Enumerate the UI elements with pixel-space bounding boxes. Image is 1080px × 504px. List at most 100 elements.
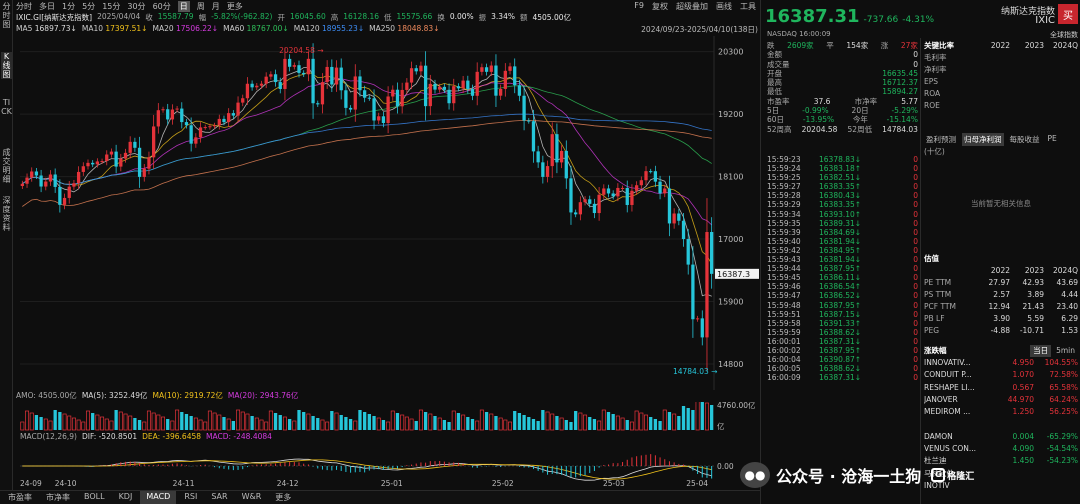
gainer-price	[994, 480, 1034, 492]
tick-row[interactable]: 15:59:27 16383.35↑ 0	[767, 182, 918, 191]
tick-row[interactable]: 16:00:01 16387.31↓ 0	[767, 337, 918, 346]
indicator-tab-4[interactable]: MACD	[140, 491, 177, 504]
gainer-row[interactable]: INOTIV	[924, 480, 1078, 492]
left-tab-2[interactable]: TICK	[1, 98, 12, 116]
indicator-tab-1[interactable]: 市净率	[40, 491, 76, 504]
tick-row[interactable]: 15:59:58 16391.33↑ 0	[767, 319, 918, 328]
indicator-tab-3[interactable]: KDJ	[113, 491, 139, 504]
tick-volume: 0	[913, 327, 918, 337]
tick-row[interactable]: 15:59:24 16383.18↑ 0	[767, 164, 918, 173]
ratio-row: 毛利率	[924, 52, 1078, 64]
period-tab-9[interactable]: 月	[212, 1, 220, 12]
gainer-row[interactable]	[924, 418, 1078, 430]
tick-row[interactable]: 15:59:25 16382.51↓ 0	[767, 173, 918, 182]
profit-tab-1[interactable]: 归母净利润	[962, 133, 1004, 146]
tick-row[interactable]: 15:59:43 16381.94↓ 0	[767, 255, 918, 264]
period-tab-1[interactable]: 多日	[39, 1, 55, 12]
period-tab-0[interactable]: 分时	[16, 1, 32, 12]
profit-tab-2[interactable]: 每股收益	[1008, 133, 1042, 146]
tick-row[interactable]: 15:59:40 16381.94↓ 0	[767, 237, 918, 246]
amo-volume-chart[interactable]: 4760.00亿亿	[14, 402, 760, 432]
volume-bar	[311, 416, 315, 430]
tick-time: 15:59:48	[767, 300, 801, 310]
gainer-row[interactable]: 马林软件	[924, 468, 1078, 480]
tick-volume: 0	[913, 255, 918, 265]
gainer-row[interactable]: INNOVATIV... 4.950 104.55%	[924, 357, 1078, 369]
tick-row[interactable]: 15:59:59 16388.62↓ 0	[767, 328, 918, 337]
candlestick-chart[interactable]: 20300 19200 18100 17000 15900 14800 20204.58 →…	[14, 36, 760, 390]
period-tab-10[interactable]: 更多	[227, 1, 243, 12]
gainer-row[interactable]: JANOVER 44.970 64.24%	[924, 394, 1078, 406]
period-tab-6[interactable]: 60分	[153, 1, 171, 12]
macd-chart[interactable]: 0.00 24-09 24-10 24-11 24-12 25-01 25-02 25-03 2…	[14, 444, 760, 488]
y-tick-label: 18100	[718, 173, 743, 182]
volume-bar	[264, 421, 269, 431]
left-tab-1[interactable]: K线图	[1, 52, 12, 79]
toolbar-tool-0[interactable]: F9	[634, 1, 644, 12]
candle-body	[634, 185, 639, 191]
tick-row[interactable]: 16:00:09 16387.31↓ 0	[767, 373, 918, 382]
period-tab-7[interactable]: 日	[177, 0, 190, 12]
left-tab-0[interactable]: 分时图	[1, 2, 12, 29]
toolbar-tool-3[interactable]: 画线	[716, 1, 732, 12]
indicator-tab-6[interactable]: SAR	[205, 491, 233, 504]
volume-bar	[677, 416, 681, 430]
volume-bar	[700, 402, 704, 430]
tick-row[interactable]: 15:59:48 16387.95↑ 0	[767, 301, 918, 310]
volume-bar	[123, 413, 128, 431]
gainer-row[interactable]: RESHAPE LI... 0.567 65.58%	[924, 382, 1078, 394]
period-tab-8[interactable]: 周	[197, 1, 205, 12]
candle-body	[466, 80, 470, 89]
indicator-tab-2[interactable]: BOLL	[78, 491, 111, 504]
tick-row[interactable]: 15:59:51 16387.15↓ 0	[767, 310, 918, 319]
buy-button[interactable]: 买	[1058, 4, 1078, 24]
indicator-tab-7[interactable]: W&R	[236, 491, 268, 504]
tick-list[interactable]: 15:59:23 16378.83↓ 0 15:59:24 16383.18↑ 0 15:5…	[767, 155, 918, 382]
gainers-tab-0[interactable]: 当日	[1030, 345, 1052, 357]
tick-time: 15:59:24	[767, 164, 801, 174]
tick-price: 16387.95↑	[819, 345, 862, 355]
tick-row[interactable]: 15:59:46 16386.54↑ 0	[767, 282, 918, 291]
period-tab-2[interactable]: 1分	[62, 1, 75, 12]
tick-row[interactable]: 15:59:35 16389.31↓ 0	[767, 219, 918, 228]
period-tab-4[interactable]: 15分	[102, 1, 120, 12]
tick-row[interactable]: 15:59:29 16383.35↑ 0	[767, 200, 918, 209]
amo-axis-unit: 亿	[717, 421, 725, 431]
left-tab-4[interactable]: 深度资料	[1, 196, 12, 232]
tick-row[interactable]: 15:59:39 16384.69↓ 0	[767, 228, 918, 237]
indicator-tab-5[interactable]: RSI	[178, 491, 203, 504]
gainer-row[interactable]: CONDUIT P... 1.070 72.58%	[924, 369, 1078, 381]
tick-price: 16390.87↑	[819, 355, 862, 365]
period-tab-3[interactable]: 5分	[82, 1, 95, 12]
indicator-tab-8[interactable]: 更多	[269, 491, 297, 504]
gainers-tab-1[interactable]: 5min	[1053, 345, 1078, 357]
tick-row[interactable]: 15:59:44 16387.95↑ 0	[767, 264, 918, 273]
profit-tab-3[interactable]: PE	[1046, 133, 1059, 146]
tick-row[interactable]: 16:00:05 16388.62↓ 0	[767, 364, 918, 373]
tick-time: 15:59:46	[767, 282, 801, 292]
volume-bar	[522, 415, 526, 430]
tick-row[interactable]: 15:59:42 16384.95↑ 0	[767, 246, 918, 255]
toolbar-tool-4[interactable]: 工具	[740, 1, 756, 12]
tick-row[interactable]: 15:59:45 16386.11↓ 0	[767, 273, 918, 282]
tick-row[interactable]: 15:59:47 16386.52↓ 0	[767, 291, 918, 300]
tick-row[interactable]: 15:59:23 16378.83↓ 0	[767, 155, 918, 164]
gainer-row[interactable]: 杜兰迪 1.450 -54.23%	[924, 455, 1078, 467]
tick-row[interactable]: 16:00:04 16390.87↑ 0	[767, 355, 918, 364]
gainer-row[interactable]: DAMON 0.004 -65.29%	[924, 431, 1078, 443]
period-tab-5[interactable]: 30分	[127, 1, 145, 12]
global-index-link[interactable]: 全球指数	[1010, 30, 1078, 40]
toolbar-tool-1[interactable]: 复权	[652, 1, 668, 12]
candle-body	[597, 194, 601, 214]
date-range: 2024/09/23-2025/04/10(138日)	[641, 25, 758, 34]
tick-price: 16386.54↑	[819, 282, 862, 292]
left-tab-3[interactable]: 成交明细	[1, 148, 12, 184]
toolbar-tool-2[interactable]: 超级叠加	[676, 1, 708, 12]
gainer-row[interactable]: VENUS CON... 4.090 -54.54%	[924, 443, 1078, 455]
gainer-row[interactable]: MEDIROM ... 1.250 56.25%	[924, 406, 1078, 418]
indicator-tab-0[interactable]: 市盈率	[2, 491, 38, 504]
tick-row[interactable]: 16:00:02 16387.95↑ 0	[767, 346, 918, 355]
tick-row[interactable]: 15:59:34 16393.10↑ 0	[767, 210, 918, 219]
extreme-label: 14784.03 →	[673, 367, 717, 376]
tick-row[interactable]: 15:59:28 16380.43↓ 0	[767, 191, 918, 200]
